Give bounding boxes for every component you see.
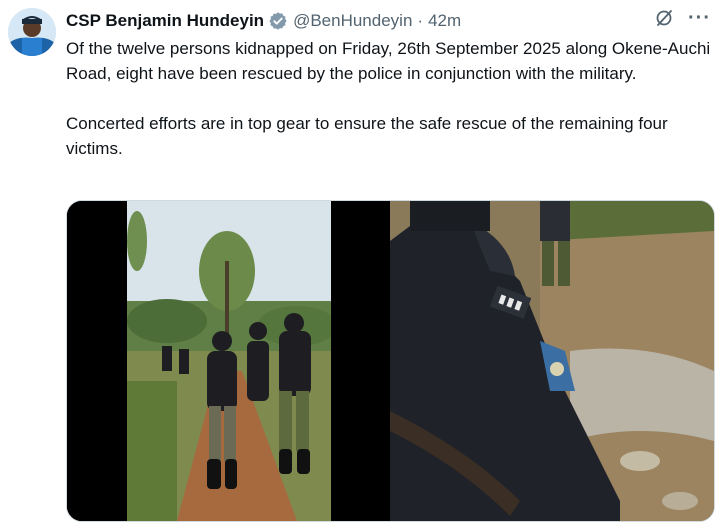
verified-badge-icon bbox=[268, 11, 288, 31]
avatar-image bbox=[8, 8, 56, 56]
separator-dot: · bbox=[417, 11, 424, 30]
media-grid bbox=[66, 200, 715, 522]
more-options-icon[interactable]: ··· bbox=[688, 8, 711, 28]
video-thumbnail-operation bbox=[67, 201, 387, 521]
tweet-paragraph-1: Of the twelve persons kidnapped on Frida… bbox=[66, 39, 711, 83]
media-video-1[interactable] bbox=[67, 201, 387, 521]
author-avatar[interactable] bbox=[8, 8, 56, 56]
post-time[interactable]: 42m bbox=[428, 11, 461, 31]
tweet-header: CSP Benjamin Hundeyin @BenHundeyin · 42m bbox=[66, 10, 707, 32]
header-actions: ··· bbox=[654, 8, 711, 28]
tweet-text: Of the twelve persons kidnapped on Frida… bbox=[66, 36, 714, 161]
grok-slash-icon[interactable] bbox=[654, 8, 674, 28]
image-thumbnail-officer bbox=[390, 201, 714, 521]
author-name[interactable]: CSP Benjamin Hundeyin bbox=[66, 11, 264, 31]
tweet-paragraph-2: Concerted efforts are in top gear to ens… bbox=[66, 114, 668, 158]
media-image-2[interactable] bbox=[390, 201, 714, 521]
author-handle[interactable]: @BenHundeyin bbox=[293, 11, 412, 31]
